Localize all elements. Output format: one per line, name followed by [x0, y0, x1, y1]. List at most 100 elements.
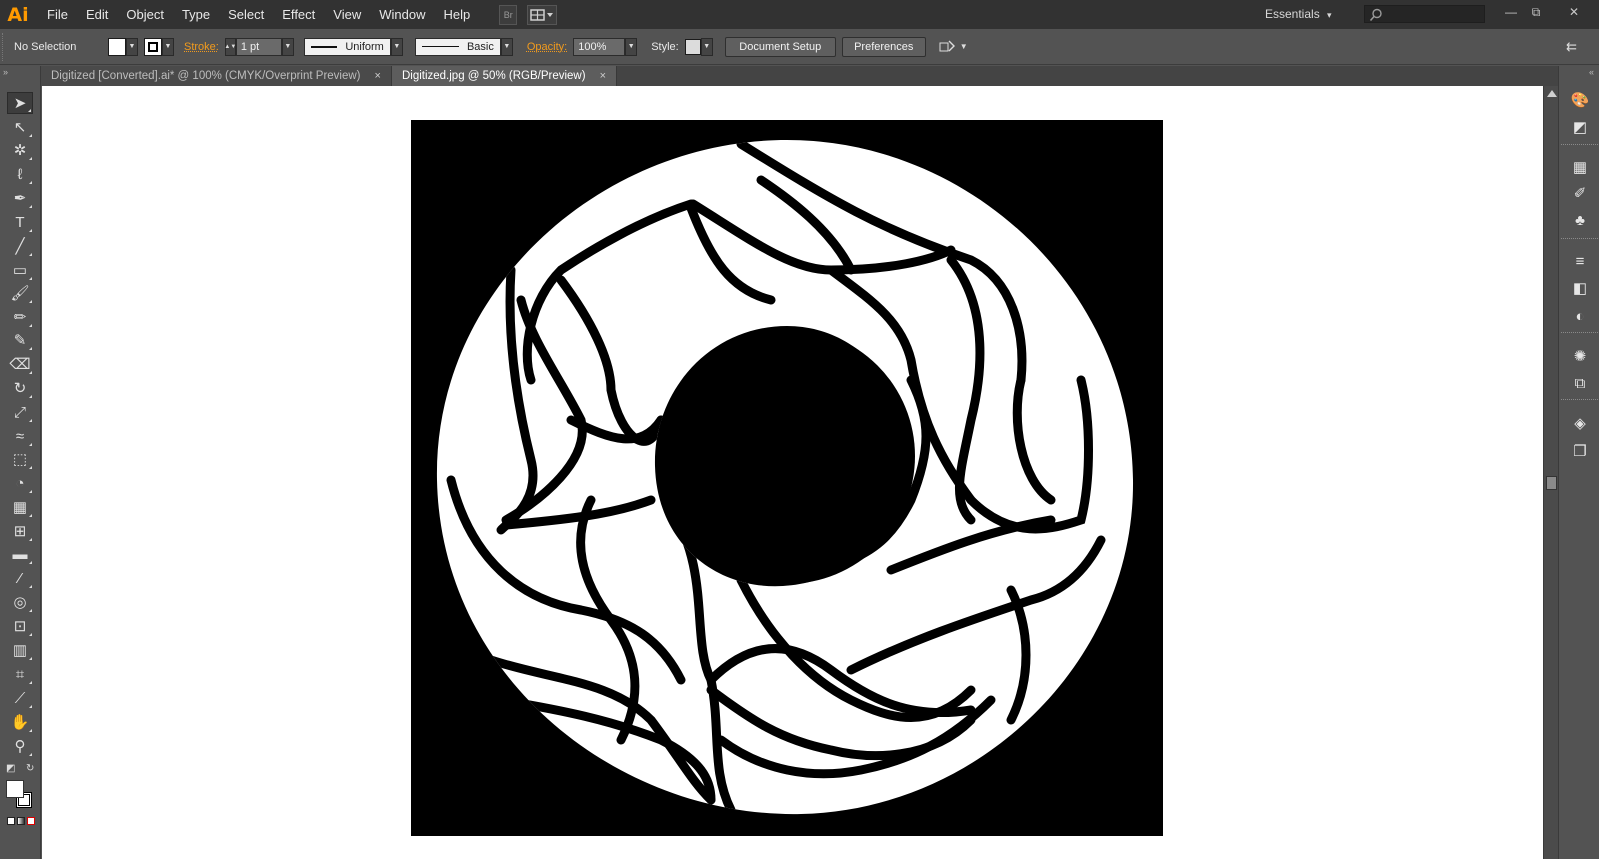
lasso-tool-button[interactable]: ℓ [7, 163, 33, 185]
layers-panel-icon[interactable]: ◈ [1569, 412, 1591, 434]
scrollbar-thumb[interactable] [1546, 476, 1557, 490]
menu-window[interactable]: Window [370, 0, 434, 29]
artboard-canvas[interactable] [42, 86, 1543, 859]
vertical-scrollbar[interactable] [1543, 86, 1558, 859]
fill-stroke-widget[interactable] [6, 780, 36, 810]
brush-dropdown[interactable]: ▼ [500, 37, 513, 56]
tool-flyout-indicator [29, 705, 32, 708]
column-graph-tool-button[interactable]: ▥ [7, 639, 33, 661]
brush-definition[interactable]: Basic [414, 37, 501, 56]
document-setup-button[interactable]: Document Setup [724, 36, 836, 57]
fill-swatch[interactable] [108, 37, 126, 56]
minimize-button[interactable]: — [1497, 4, 1525, 20]
color-guide-panel-icon[interactable]: ◩ [1569, 116, 1591, 138]
restore-button[interactable]: ⧉ [1522, 4, 1550, 20]
tab-digitized-jpg[interactable]: Digitized.jpg @ 50% (RGB/Preview) × [391, 66, 617, 86]
opacity-label[interactable]: Opacity: [527, 41, 567, 53]
fill-dropdown[interactable]: ▼ [126, 37, 138, 56]
gradient-mode-icon[interactable] [17, 817, 25, 825]
menu-effect[interactable]: Effect [273, 0, 324, 29]
menu-view[interactable]: View [324, 0, 370, 29]
profile-dropdown[interactable]: ▼ [390, 37, 403, 56]
tool-flyout-indicator [29, 324, 32, 327]
perspective-grid-tool-button[interactable]: ▦ [7, 496, 33, 518]
zoom-tool-button[interactable]: ⚲ [7, 735, 33, 757]
stroke-panel-icon[interactable]: ≡ [1569, 250, 1591, 272]
swatches-panel-icon[interactable]: ▦ [1569, 156, 1591, 178]
artboards-panel-icon[interactable]: ❐ [1569, 440, 1591, 462]
blend-tool-button[interactable]: ◎ [7, 591, 33, 613]
color-panel-icon[interactable]: 🎨 [1569, 89, 1591, 111]
gradient-panel-icon[interactable]: ◧ [1569, 277, 1591, 299]
warp-tool-button[interactable]: ≈ [7, 425, 33, 447]
pencil-tool-button[interactable]: ✏ [7, 306, 33, 328]
menu-type[interactable]: Type [173, 0, 219, 29]
appearance-panel-icon[interactable]: ✺ [1569, 345, 1591, 367]
stroke-weight-stepper[interactable]: ▲▼ [224, 37, 236, 56]
free-transform-tool-button[interactable]: ⬚ [7, 448, 33, 470]
default-fill-stroke-icon[interactable]: ◩ [6, 763, 15, 774]
bridge-button[interactable]: Br [499, 4, 518, 25]
close-button[interactable]: ✕ [1560, 4, 1588, 20]
fill-box[interactable] [6, 780, 24, 798]
stroke-weight-field[interactable]: 1 pt [235, 37, 282, 56]
symbol-sprayer-tool-button[interactable]: ⊡ [7, 615, 33, 637]
blob-brush-tool-button[interactable]: ✎ [7, 329, 33, 351]
menu-file[interactable]: File [38, 0, 77, 29]
search-input[interactable] [1364, 5, 1485, 23]
menu-object[interactable]: Object [117, 0, 173, 29]
opacity-dropdown[interactable]: ▼ [625, 37, 638, 56]
control-bar-menu-icon[interactable]: ▼ [960, 42, 968, 51]
color-mode-buttons[interactable] [7, 817, 35, 825]
artboard-tool-button[interactable]: ⌗ [7, 663, 33, 685]
placed-image-digitized[interactable] [411, 120, 1163, 836]
panel-grip[interactable] [2, 32, 10, 61]
graphic-styles-panel-icon[interactable]: ⧉ [1569, 372, 1591, 394]
eraser-tool-button[interactable]: ⌫ [7, 353, 33, 375]
rectangle-tool-button[interactable]: ▭ [7, 259, 33, 281]
graphic-style-swatch[interactable] [684, 38, 701, 55]
close-icon[interactable]: × [600, 70, 606, 82]
swap-fill-stroke-icon[interactable]: ↻ [26, 763, 34, 774]
hand-tool-button[interactable]: ✋ [7, 711, 33, 733]
scale-tool-button[interactable]: ⤢ [7, 401, 33, 423]
pen-tool-button[interactable]: ✒ [7, 187, 33, 209]
direct-selection-tool-button[interactable]: ↖ [7, 116, 33, 138]
eyedropper-tool-button[interactable]: ⁄ [7, 567, 33, 589]
paintbrush-tool-button[interactable]: 🖌 [7, 282, 33, 304]
control-panel-options-icon[interactable]: ⇇ [1566, 39, 1577, 55]
menu-select[interactable]: Select [219, 0, 273, 29]
arrange-icon[interactable] [938, 38, 956, 56]
color-mode-icon[interactable] [7, 817, 15, 825]
style-dropdown[interactable]: ▼ [700, 37, 713, 56]
expand-panels-icon[interactable]: « [1589, 67, 1594, 77]
variable-width-profile[interactable]: Uniform [303, 37, 391, 56]
menu-edit[interactable]: Edit [77, 0, 117, 29]
type-tool-button[interactable]: T [7, 211, 33, 233]
slice-tool-button[interactable]: ⟋ [7, 687, 33, 709]
arrange-documents-button[interactable] [527, 4, 558, 25]
collapse-toolbar-icon[interactable]: » [3, 67, 8, 77]
brushes-panel-icon[interactable]: ✐ [1569, 182, 1591, 204]
rotate-tool-button[interactable]: ↻ [7, 377, 33, 399]
workspace-switcher[interactable]: Essentials ▾ [1265, 0, 1332, 30]
close-icon[interactable]: × [375, 70, 381, 82]
stroke-color-dropdown[interactable]: ▼ [162, 37, 174, 56]
scroll-up-arrow-icon[interactable] [1547, 90, 1557, 97]
line-segment-tool-button[interactable]: ╱ [7, 235, 33, 257]
menu-help[interactable]: Help [434, 0, 479, 29]
tab-digitized-converted-ai[interactable]: Digitized [Converted].ai* @ 100% (CMYK/O… [41, 66, 392, 86]
gradient-tool-button[interactable]: ▬ [7, 543, 33, 565]
preferences-button[interactable]: Preferences [841, 36, 926, 57]
stroke-swatch[interactable] [144, 37, 162, 56]
transparency-panel-icon[interactable]: ◐ [1569, 305, 1591, 327]
none-mode-icon[interactable] [27, 817, 35, 825]
opacity-field[interactable]: 100% [573, 37, 626, 56]
selection-tool-button[interactable]: ➤ [7, 92, 33, 114]
shape-builder-tool-button[interactable]: ◔ [7, 472, 33, 494]
stroke-weight-dropdown[interactable]: ▼ [281, 37, 294, 56]
symbols-panel-icon[interactable]: ♣ [1569, 209, 1591, 231]
magic-wand-tool-button[interactable]: ✲ [7, 139, 33, 161]
mesh-tool-button[interactable]: ⊞ [7, 520, 33, 542]
stroke-label[interactable]: Stroke: [184, 41, 219, 53]
